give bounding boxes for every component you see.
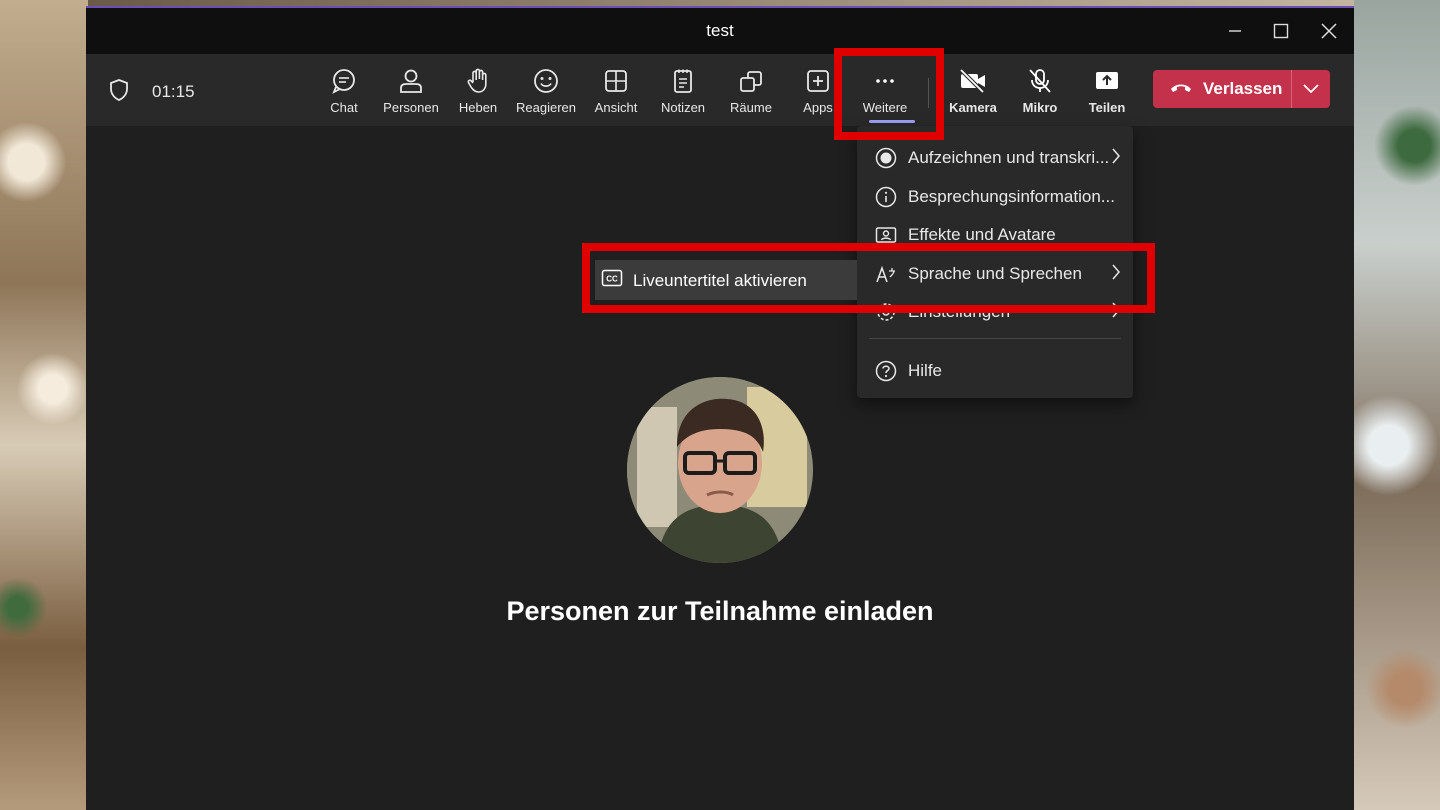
desktop-background-left — [0, 0, 88, 810]
view-button[interactable]: Ansicht — [583, 66, 649, 120]
help-icon — [875, 360, 897, 382]
apps-button[interactable]: Apps — [785, 66, 851, 120]
menu-divider — [869, 338, 1121, 339]
grid-icon — [601, 66, 631, 96]
chat-label: Chat — [330, 100, 358, 115]
leave-label: Verlassen — [1203, 79, 1283, 98]
leave-button-group: Verlassen — [1153, 70, 1330, 108]
chat-icon — [329, 66, 359, 96]
minimize-button[interactable] — [1212, 16, 1258, 46]
people-button[interactable]: Personen — [378, 66, 444, 120]
notes-button[interactable]: Notizen — [650, 66, 716, 120]
apps-label: Apps — [803, 100, 833, 115]
rooms-label: Räume — [730, 100, 772, 115]
rooms-icon — [736, 66, 766, 96]
raise-hand-label: Heben — [458, 100, 498, 115]
menu-item-settings[interactable]: Einstellungen — [857, 292, 1133, 330]
minimize-icon — [1229, 30, 1241, 32]
title-bar: test — [86, 8, 1354, 54]
close-icon — [1321, 23, 1337, 39]
leave-button[interactable]: Verlassen — [1153, 70, 1291, 108]
maximize-icon — [1273, 23, 1289, 39]
active-tab-indicator — [869, 120, 915, 123]
share-label: Teilen — [1088, 100, 1126, 115]
mic-button[interactable]: Mikro — [1007, 66, 1073, 120]
teams-meeting-window: test 01:15 Chat Personen Heben Reagieren… — [86, 6, 1354, 810]
smile-icon — [531, 66, 561, 96]
info-icon — [875, 186, 897, 208]
close-button[interactable] — [1306, 16, 1352, 46]
chevron-down-icon — [1303, 84, 1319, 94]
react-button[interactable]: Reagieren — [513, 66, 579, 120]
more-label: Weitere — [862, 100, 908, 115]
record-icon — [875, 147, 897, 169]
camera-label: Kamera — [949, 100, 997, 115]
toolbar-separator — [928, 78, 929, 108]
share-button[interactable]: Teilen — [1074, 66, 1140, 120]
chevron-right-icon — [1111, 263, 1121, 286]
menu-item-help[interactable]: Hilfe — [857, 351, 1133, 389]
add-app-icon — [803, 66, 833, 96]
menu-item-label: Sprache und Sprechen — [908, 264, 1082, 283]
menu-item-language[interactable]: Sprache und Sprechen — [857, 254, 1133, 292]
people-icon — [396, 66, 426, 96]
notes-icon — [668, 66, 698, 96]
effects-icon — [875, 224, 897, 246]
menu-item-label: Effekte und Avatare — [908, 225, 1056, 244]
more-button[interactable]: Weitere — [852, 66, 918, 120]
rooms-button[interactable]: Räume — [718, 66, 784, 120]
live-captions-label: Liveuntertitel aktivieren — [633, 271, 807, 290]
meeting-toolbar: 01:15 Chat Personen Heben Reagieren Ansi… — [86, 54, 1354, 126]
live-captions-menu-item[interactable]: CC Liveuntertitel aktivieren — [595, 260, 857, 300]
leave-divider — [1291, 70, 1292, 108]
chevron-right-icon — [1111, 147, 1121, 170]
more-icon — [870, 66, 900, 96]
people-label: Personen — [383, 100, 439, 115]
hang-up-icon — [1169, 80, 1193, 99]
share-icon — [1092, 66, 1122, 96]
settings-icon — [875, 301, 897, 323]
camera-off-icon — [958, 66, 988, 96]
participant-photo — [627, 377, 813, 563]
maximize-button[interactable] — [1258, 16, 1304, 46]
menu-item-effects[interactable]: Effekte und Avatare — [857, 215, 1133, 253]
menu-item-record[interactable]: Aufzeichnen und transkri... — [857, 138, 1133, 176]
chat-button[interactable]: Chat — [311, 66, 377, 120]
mic-label: Mikro — [1022, 100, 1058, 115]
more-options-menu: Aufzeichnen und transkri... Besprechungs… — [857, 126, 1133, 398]
avatar — [627, 377, 813, 563]
menu-item-label: Einstellungen — [908, 302, 1011, 321]
window-title: test — [706, 21, 734, 40]
cc-icon: CC — [601, 269, 623, 292]
notes-label: Notizen — [660, 100, 706, 115]
menu-item-label: Aufzeichnen und transkri... — [908, 148, 1110, 167]
chevron-right-icon — [1111, 301, 1121, 324]
meeting-timer: 01:15 — [152, 82, 195, 101]
view-label: Ansicht — [594, 100, 638, 115]
language-icon — [875, 263, 897, 285]
menu-item-label: Besprechungsinformation... — [908, 187, 1115, 206]
shield-icon[interactable] — [108, 78, 130, 107]
raise-hand-button[interactable]: Heben — [445, 66, 511, 120]
leave-options-dropdown[interactable] — [1292, 70, 1330, 108]
camera-button[interactable]: Kamera — [940, 66, 1006, 120]
menu-item-label: Hilfe — [908, 361, 943, 380]
svg-text:CC: CC — [606, 275, 618, 284]
invite-people-text: Personen zur Teilnahme einladen — [506, 596, 934, 626]
menu-item-meeting-info[interactable]: Besprechungsinformation... — [857, 177, 1133, 215]
desktop-background-right — [1354, 0, 1440, 810]
raise-hand-icon — [463, 66, 493, 96]
react-label: Reagieren — [516, 100, 576, 115]
mic-off-icon — [1025, 66, 1055, 96]
